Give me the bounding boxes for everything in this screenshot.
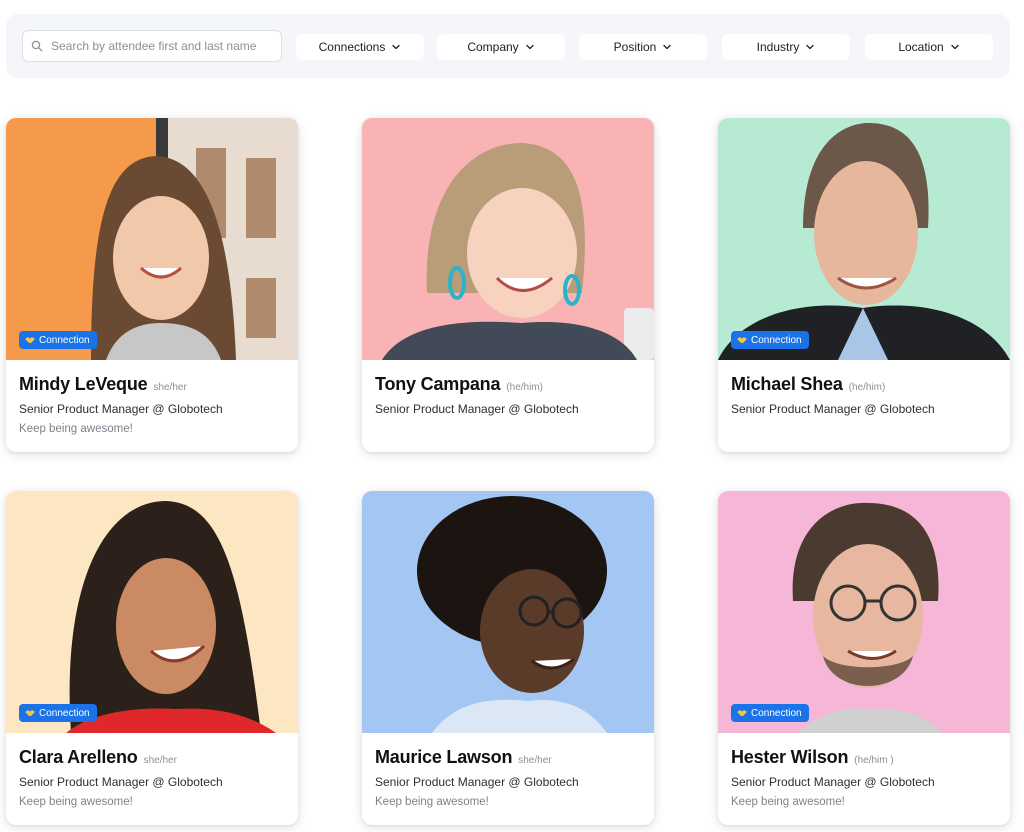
connections-dropdown-label: Connections: [318, 40, 386, 54]
handshake-icon: [737, 337, 747, 343]
attendee-tagline: Keep being awesome!: [19, 423, 133, 435]
attendee-pronouns: (he/him): [848, 382, 886, 393]
connection-badge: Connection: [19, 331, 97, 349]
attendee-name: Michael Shea: [731, 374, 843, 394]
attendee-title: Senior Product Manager @ Globotech: [731, 775, 935, 789]
attendee-title: Senior Product Manager @ Globotech: [375, 402, 579, 416]
attendee-card[interactable]: Connection Clara Arelleno she/her Senior…: [6, 491, 298, 825]
attendee-name: Hester Wilson: [731, 747, 849, 767]
position-dropdown[interactable]: Position: [579, 34, 707, 60]
connection-badge: Connection: [19, 704, 97, 722]
attendee-card[interactable]: Connection Mindy LeVeque she/her Senior …: [6, 118, 298, 452]
attendee-card[interactable]: Maurice Lawson she/her Senior Product Ma…: [362, 491, 654, 825]
connection-badge-label: Connection: [751, 334, 802, 346]
company-dropdown[interactable]: Company: [437, 34, 565, 60]
position-dropdown-label: Position: [613, 40, 657, 54]
attendee-photo: [362, 491, 654, 733]
chevron-down-icon: [526, 44, 534, 50]
chevron-down-icon: [392, 44, 401, 50]
attendee-title: Senior Product Manager @ Globotech: [375, 775, 579, 789]
attendee-name: Mindy LeVeque: [19, 374, 148, 394]
connections-dropdown[interactable]: Connections: [296, 34, 424, 60]
attendee-card[interactable]: Connection Michael Shea (he/him) Senior …: [718, 118, 1010, 452]
attendee-pronouns: she/her: [518, 755, 552, 766]
handshake-icon: [25, 710, 35, 716]
attendee-pronouns: (he/him): [506, 382, 543, 393]
attendee-title: Senior Product Manager @ Globotech: [19, 775, 223, 789]
attendee-photo: [718, 118, 1010, 360]
connection-badge-label: Connection: [39, 707, 90, 719]
attendee-photo: [718, 491, 1010, 733]
search-icon: [31, 40, 43, 52]
attendee-card[interactable]: Connection Hester Wilson (he/him ) Senio…: [718, 491, 1010, 825]
attendee-tagline: Keep being awesome!: [375, 796, 489, 808]
connection-badge: Connection: [731, 331, 809, 349]
attendee-name: Clara Arelleno: [19, 747, 138, 767]
chevron-down-icon: [806, 44, 814, 50]
company-dropdown-label: Company: [467, 40, 519, 54]
handshake-icon: [25, 337, 35, 343]
connection-badge-label: Connection: [751, 707, 802, 719]
industry-dropdown[interactable]: Industry: [722, 34, 850, 60]
attendee-title: Senior Product Manager @ Globotech: [731, 402, 935, 416]
chevron-down-icon: [951, 44, 959, 50]
connection-badge-label: Connection: [39, 334, 90, 346]
connection-badge: Connection: [731, 704, 809, 722]
search-input[interactable]: [22, 30, 282, 62]
attendee-tagline: Keep being awesome!: [19, 796, 133, 808]
industry-dropdown-label: Industry: [756, 40, 800, 54]
filter-bar: Connections Company Position Industry Lo…: [6, 14, 1010, 78]
attendee-photo: [6, 491, 298, 733]
search-field[interactable]: [51, 39, 271, 53]
attendee-tagline: Keep being awesome!: [731, 796, 845, 808]
attendee-title: Senior Product Manager @ Globotech: [19, 402, 223, 416]
attendee-pronouns: (he/him ): [854, 755, 894, 766]
attendee-pronouns: she/her: [153, 382, 187, 393]
handshake-icon: [737, 710, 747, 716]
attendee-name: Maurice Lawson: [375, 747, 513, 767]
location-dropdown[interactable]: Location: [865, 34, 993, 60]
attendee-pronouns: she/her: [143, 755, 177, 766]
chevron-down-icon: [663, 44, 671, 50]
attendee-photo: [6, 118, 298, 360]
attendee-card[interactable]: Tony Campana (he/him) Senior Product Man…: [362, 118, 654, 452]
attendee-photo: [362, 118, 654, 360]
attendee-name: Tony Campana: [375, 374, 501, 394]
location-dropdown-label: Location: [898, 40, 944, 54]
